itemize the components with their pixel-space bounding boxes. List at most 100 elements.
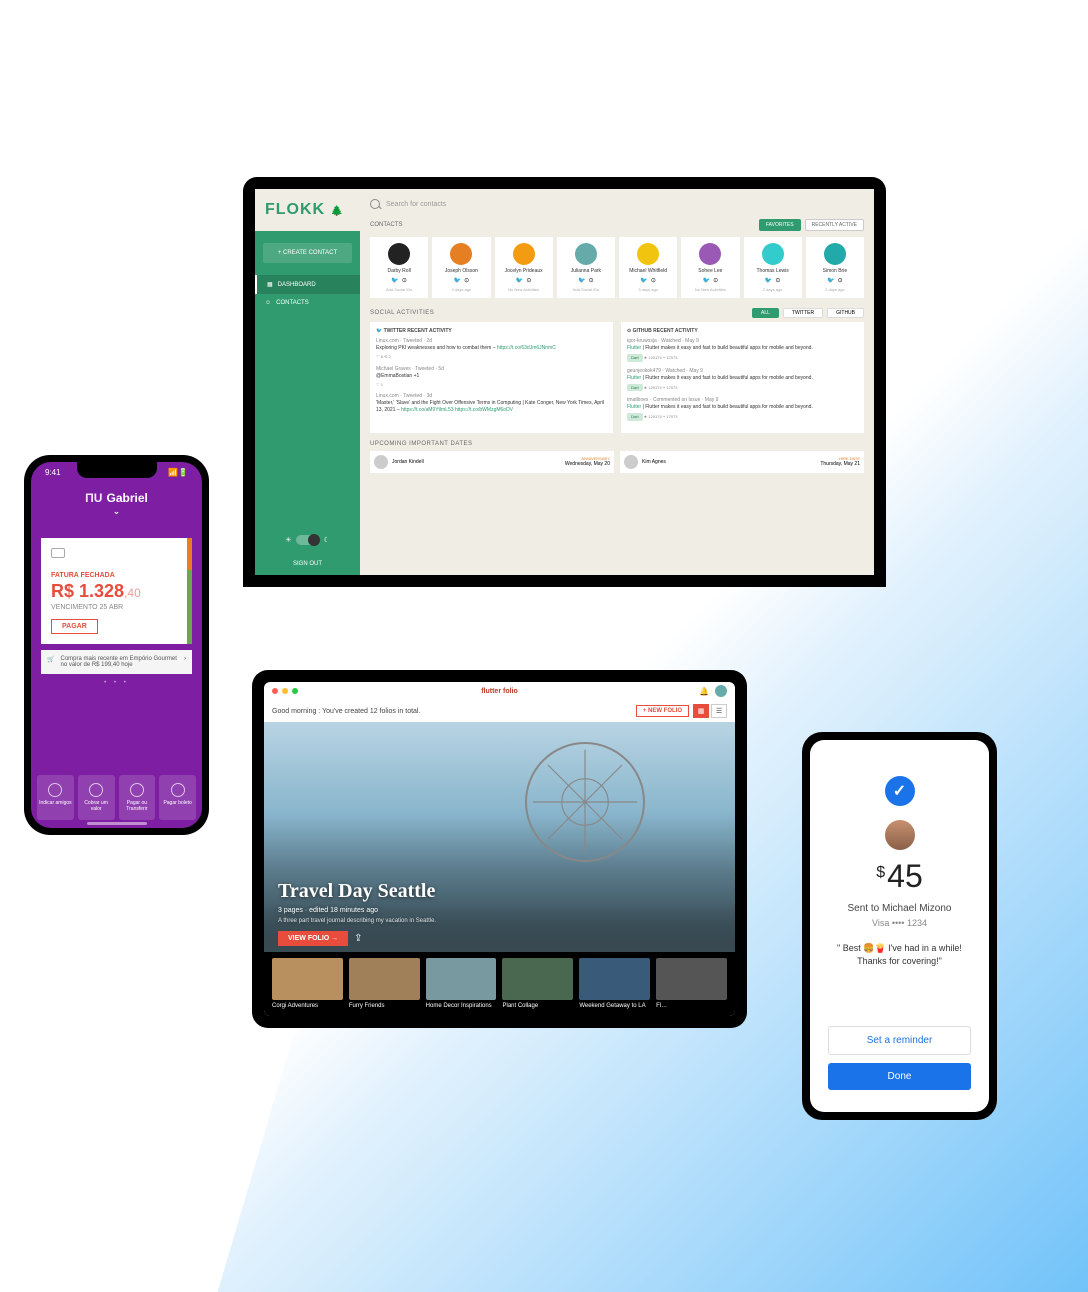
- invoice-progress-bar: [187, 538, 192, 644]
- ferris-wheel-illustration: [525, 742, 645, 862]
- github-icon: ⊙: [838, 277, 843, 284]
- contact-avatar: [824, 243, 846, 265]
- grid-view-button[interactable]: ▦: [693, 704, 709, 718]
- contact-card[interactable]: Simon Brie 🐦⊙ 2 days ago: [806, 237, 864, 298]
- contact-card[interactable]: Michael Whitfield 🐦⊙ 3 days ago: [619, 237, 677, 298]
- folio-thumb[interactable]: Home Decor Inspirations: [426, 958, 497, 1010]
- app-title: flutter folio: [481, 688, 518, 695]
- nubank-phone-frame: 9:41 📶🔋 ΠUGabriel ⌄ FATURA FECHADA R$ 1.…: [24, 455, 209, 835]
- folio-thumb[interactable]: Corgi Adventures: [272, 958, 343, 1010]
- contacts-section-header: CONTACTS FAVORITES RECENTLY ACTIVE: [370, 219, 864, 231]
- filter-all[interactable]: ALL: [752, 308, 779, 318]
- twitter-icon: 🐦: [827, 277, 834, 284]
- share-icon[interactable]: ⇪: [354, 933, 362, 944]
- action-icon: [171, 783, 185, 797]
- twitter-feed-item[interactable]: Linux.com · Tweeted · 3d'Master,' 'Slave…: [376, 393, 607, 414]
- dates-row: Jordan KindellANNIVERSARYWednesday, May …: [370, 451, 864, 473]
- chevron-down-icon: ⌄: [31, 507, 202, 516]
- sent-to-text: Sent to Michael Mizono: [848, 903, 952, 914]
- folio-thumb[interactable]: Plant Collage: [502, 958, 573, 1010]
- twitter-feed-item[interactable]: Michael Graves · Tweeted · 5d@EmmaBostia…: [376, 366, 607, 388]
- close-dot-icon[interactable]: [272, 688, 278, 694]
- minimize-dot-icon[interactable]: [282, 688, 288, 694]
- quick-action-button[interactable]: Pagar ou Transferir: [119, 775, 156, 820]
- theme-toggle[interactable]: ☀ ☾: [255, 535, 360, 545]
- github-icon: ⊙: [627, 328, 631, 334]
- folio-thumb[interactable]: Weekend Getaway to LA: [579, 958, 650, 1010]
- contact-card[interactable]: Jocelyn Prideaux 🐦⊙ No New Activities: [495, 237, 553, 298]
- maximize-dot-icon[interactable]: [292, 688, 298, 694]
- important-date-card[interactable]: Jordan KindellANNIVERSARYWednesday, May …: [370, 451, 614, 473]
- recipient-avatar: [885, 820, 915, 850]
- github-feed-item[interactable]: tmailboex · Commented on Issue · May 9Fl…: [627, 397, 858, 421]
- notification-icon[interactable]: 🔔: [699, 687, 709, 696]
- recent-purchase-card[interactable]: 🛒 Compra mais recente em Empório Gourmet…: [41, 650, 192, 674]
- folio-screen: flutter folio 🔔 Good morning : You've cr…: [264, 682, 735, 1016]
- contact-meta: 2 days ago: [825, 287, 845, 292]
- dashboard-icon: ▦: [267, 281, 273, 288]
- favorites-pill[interactable]: FAVORITES: [759, 219, 801, 231]
- new-folio-button[interactable]: + NEW FOLIO: [636, 705, 689, 717]
- recently-active-pill[interactable]: RECENTLY ACTIVE: [805, 219, 864, 231]
- flokk-logo: FLOKK 🌲: [255, 189, 360, 231]
- folio-thumb-strip[interactable]: Corgi AdventuresFurry FriendsHome Decor …: [264, 952, 735, 1016]
- nubank-header[interactable]: ΠUGabriel ⌄: [31, 477, 202, 524]
- pay-button[interactable]: PAGAR: [51, 619, 98, 634]
- user-avatar-icon[interactable]: [715, 685, 727, 697]
- contact-card[interactable]: Julianna Park 🐦⊙ Add Social IDs: [557, 237, 615, 298]
- user-name: Gabriel: [106, 491, 147, 505]
- nav-dashboard[interactable]: ▦ DASHBOARD: [255, 275, 360, 294]
- github-feed-item[interactable]: geunjeokok479 · Watched · May 9Flutter |…: [627, 368, 858, 392]
- contact-name: Jocelyn Prideaux: [505, 268, 543, 274]
- flokk-app-screen: FLOKK 🌲 + CREATE CONTACT ▦ DASHBOARD ☺ C…: [255, 189, 874, 575]
- folio-thumb[interactable]: Furry Friends: [349, 958, 420, 1010]
- payment-message: " Best 🍔🍟 I've had in a while! Thanks fo…: [837, 942, 962, 967]
- contact-meta: 2 days ago: [763, 287, 783, 292]
- contact-card[interactable]: Sohee Lee 🐦⊙ No New Activities: [681, 237, 739, 298]
- sun-icon: ☀: [285, 536, 291, 544]
- contact-card[interactable]: Joseph Olsson 🐦⊙ 4 days ago: [432, 237, 490, 298]
- folio-tablet-frame: flutter folio 🔔 Good morning : You've cr…: [252, 670, 747, 1028]
- payment-amount: 45: [876, 858, 923, 895]
- done-button[interactable]: Done: [828, 1063, 971, 1090]
- invoice-status-label: FATURA FECHADA: [51, 572, 182, 579]
- sign-out-button[interactable]: SIGN OUT: [255, 553, 360, 575]
- date-avatar: [374, 455, 388, 469]
- flokk-main-content: Search for contacts CONTACTS FAVORITES R…: [360, 189, 874, 575]
- search-bar[interactable]: Search for contacts: [370, 199, 864, 209]
- github-feed-item[interactable]: igor-kruwosja · Watched · May 9Flutter |…: [627, 338, 858, 362]
- quick-action-button[interactable]: Cobrar um valor: [78, 775, 115, 820]
- set-reminder-button[interactable]: Set a reminder: [828, 1026, 971, 1055]
- quick-action-button[interactable]: Pagar boleto: [159, 775, 196, 820]
- important-date-card[interactable]: Kim AgnesHIRE DATEThursday, May 21: [620, 451, 864, 473]
- twitter-feed-item[interactable]: Linux.com · Tweeted · 2dExploring PKI we…: [376, 338, 607, 360]
- action-icon: [48, 783, 62, 797]
- contact-avatar: [699, 243, 721, 265]
- contact-meta: No New Activities: [508, 287, 539, 292]
- contact-card[interactable]: Darby Roll 🐦⊙ Add Social IDs: [370, 237, 428, 298]
- contact-name: Julianna Park: [571, 268, 601, 274]
- quick-action-button[interactable]: Indicar amigos: [37, 775, 74, 820]
- contact-card[interactable]: Thomas Lewis 🐦⊙ 2 days ago: [744, 237, 802, 298]
- filter-github[interactable]: GITHUB: [827, 308, 864, 318]
- flokk-nav: ▦ DASHBOARD ☺ CONTACTS: [255, 275, 360, 527]
- cart-icon: 🛒: [47, 656, 54, 663]
- moon-icon: ☾: [324, 536, 330, 544]
- twitter-icon: 🐦: [454, 277, 461, 284]
- view-folio-button[interactable]: VIEW FOLIO →: [278, 931, 348, 946]
- mac-titlebar: flutter folio 🔔: [264, 682, 735, 700]
- nav-contacts[interactable]: ☺ CONTACTS: [255, 294, 360, 312]
- hero-folio[interactable]: Travel Day Seattle 3 pages · edited 18 m…: [264, 722, 735, 952]
- github-icon: ⊙: [589, 277, 594, 284]
- invoice-card[interactable]: FATURA FECHADA R$ 1.328,40 VENCIMENTO 25…: [41, 538, 192, 644]
- filter-twitter[interactable]: TWITTER: [783, 308, 823, 318]
- create-contact-button[interactable]: + CREATE CONTACT: [263, 243, 352, 263]
- home-indicator: [87, 822, 147, 825]
- search-icon: [370, 199, 380, 209]
- hero-subtitle: 3 pages · edited 18 minutes ago: [278, 907, 436, 914]
- folio-thumb[interactable]: Fl…: [656, 958, 727, 1010]
- list-view-button[interactable]: ☰: [711, 704, 727, 718]
- due-date-label: VENCIMENTO 25 ABR: [51, 604, 182, 611]
- twitter-column: 🐦 TWITTER RECENT ACTIVITY Linux.com · Tw…: [370, 322, 613, 433]
- twitter-icon: 🐦: [376, 328, 382, 334]
